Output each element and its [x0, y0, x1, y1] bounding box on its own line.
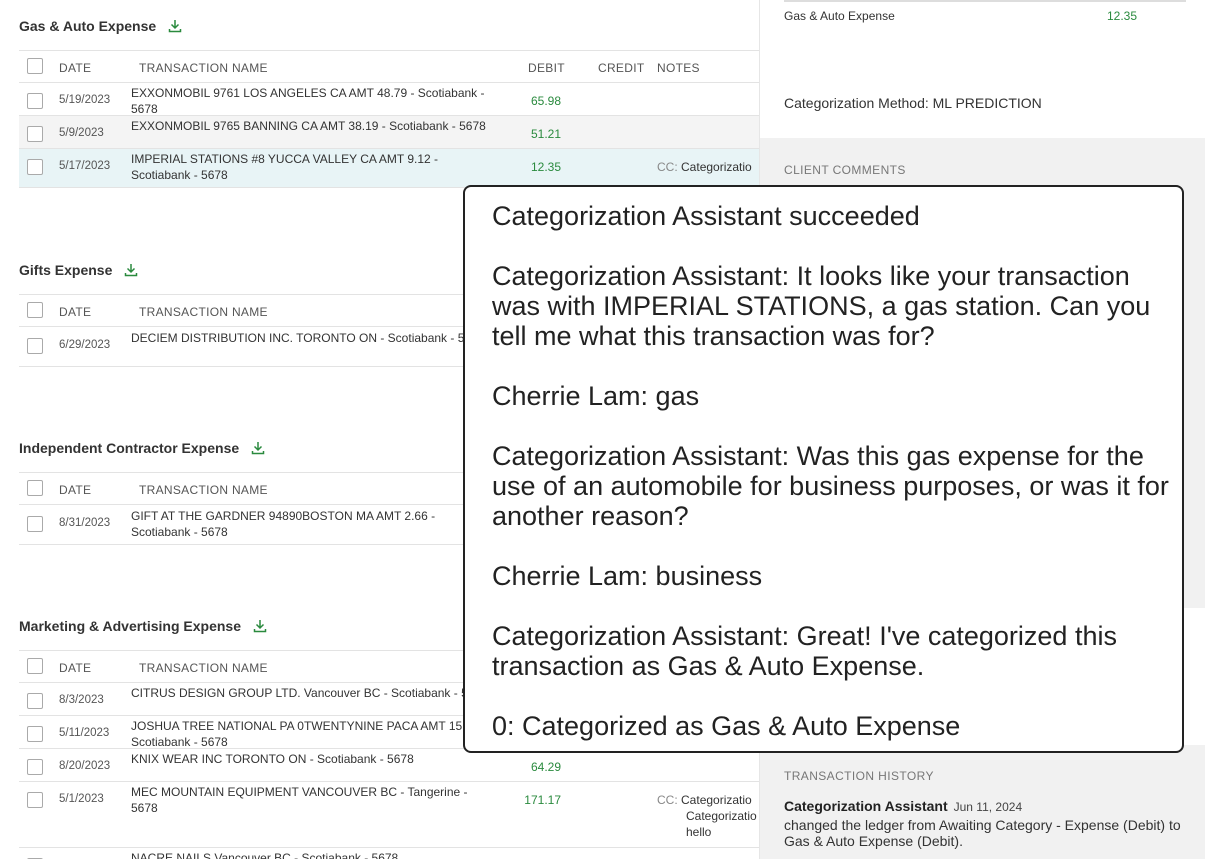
row-date: 8/3/2023	[59, 694, 104, 706]
select-all-checkbox[interactable]	[27, 58, 43, 74]
table-row[interactable]: 5/1/2023 MEC MOUNTAIN EQUIPMENT VANCOUVE…	[19, 782, 759, 848]
download-icon[interactable]	[251, 441, 265, 455]
col-transaction-name[interactable]: TRANSACTION NAME	[139, 305, 268, 319]
row-checkbox[interactable]	[27, 338, 43, 354]
row-debit: 51.21	[530, 127, 561, 141]
popup-message: Cherrie Lam: business	[492, 561, 763, 591]
col-date[interactable]: DATE	[59, 483, 91, 497]
table-row[interactable]: 8/20/2023 KNIX WEAR INC TORONTO ON - Sco…	[19, 749, 759, 782]
col-date[interactable]: DATE	[59, 305, 91, 319]
download-icon[interactable]	[168, 19, 182, 33]
section-title: Gifts Expense	[19, 262, 138, 278]
row-name: MEC MOUNTAIN EQUIPMENT VANCOUVER BC - Ta…	[131, 785, 468, 815]
history-date: Jun 11, 2024	[953, 800, 1023, 814]
table-row[interactable]: 5/9/2023 EXXONMOBIL 9765 BANNING CA AMT …	[19, 116, 759, 149]
col-notes[interactable]: NOTES	[657, 61, 700, 75]
col-transaction-name[interactable]: TRANSACTION NAME	[139, 661, 268, 675]
detail-ledger: Gas & Auto Expense	[784, 9, 895, 23]
row-debit: 64.29	[530, 760, 561, 774]
transaction-history-label: TRANSACTION HISTORY	[784, 769, 934, 783]
select-all-checkbox[interactable]	[27, 302, 43, 318]
categorization-conversation-popup: Categorization Assistant succeeded Categ…	[463, 185, 1184, 753]
row-debit: 12.35	[530, 160, 561, 174]
download-icon[interactable]	[253, 619, 267, 633]
section-title: Gas & Auto Expense	[19, 18, 182, 34]
popup-message: Categorization Assistant: Great! I've ca…	[492, 621, 1117, 681]
row-checkbox[interactable]	[27, 792, 43, 808]
row-date: 8/31/2023	[59, 517, 111, 529]
popup-message: 0: Categorized as Gas & Auto Expense	[492, 711, 961, 741]
row-checkbox[interactable]	[27, 759, 43, 775]
col-date[interactable]: DATE	[59, 661, 91, 675]
row-date: 5/1/2023	[59, 793, 104, 805]
row-notes: CC: Categorizatio Categorizatio hello	[657, 793, 757, 839]
row-name: JOSHUA TREE NATIONAL PA 0TWENTYNINE PACA…	[131, 719, 466, 749]
col-transaction-name[interactable]: TRANSACTION NAME	[139, 483, 268, 497]
table-row[interactable]: 5/19/2023 EXXONMOBIL 9761 LOS ANGELES CA…	[19, 83, 759, 116]
row-checkbox[interactable]	[27, 93, 43, 109]
table-header: DATE TRANSACTION NAME DEBIT CREDIT NOTES	[19, 51, 759, 83]
row-checkbox[interactable]	[27, 516, 43, 532]
row-date: 5/11/2023	[59, 727, 110, 739]
row-name: EXXONMOBIL 9761 LOS ANGELES CA AMT 48.79…	[131, 86, 485, 116]
transactions-page: Gas & Auto Expense DATE TRANSACTION NAME…	[0, 0, 1211, 859]
row-name: DECIEM DISTRIBUTION INC. TORONTO ON - Sc…	[131, 331, 472, 345]
select-all-checkbox[interactable]	[27, 480, 43, 496]
col-debit[interactable]: DEBIT	[528, 61, 565, 75]
row-debit: 65.98	[530, 94, 561, 108]
row-checkbox[interactable]	[27, 726, 43, 742]
client-comments-label: CLIENT COMMENTS	[784, 163, 906, 177]
row-debit: 171.17	[524, 793, 561, 807]
popup-message: Cherrie Lam: gas	[492, 381, 700, 411]
row-name: KNIX WEAR INC TORONTO ON - Scotiabank - …	[131, 752, 414, 766]
row-checkbox[interactable]	[27, 693, 43, 709]
detail-amount: 12.35	[1107, 9, 1138, 23]
col-date[interactable]: DATE	[59, 61, 91, 75]
row-date: 5/19/2023	[59, 94, 111, 106]
popup-message: Categorization Assistant: It looks like …	[492, 261, 1151, 351]
section-title: Independent Contractor Expense	[19, 440, 265, 456]
row-name: NACRE NAILS Vancouver BC - Scotiabank - …	[131, 851, 399, 859]
select-all-checkbox[interactable]	[27, 658, 43, 674]
row-name: IMPERIAL STATIONS #8 YUCCA VALLEY CA AMT…	[131, 152, 439, 182]
row-checkbox[interactable]	[27, 159, 43, 175]
row-name: CITRUS DESIGN GROUP LTD. Vancouver BC - …	[131, 686, 475, 700]
row-name: GIFT AT THE GARDNER 94890BOSTON MA AMT 2…	[131, 509, 436, 539]
categorization-method: Categorization Method: ML PREDICTION	[784, 95, 1042, 111]
detail-divider	[784, 0, 1186, 2]
row-name: EXXONMOBIL 9765 BANNING CA AMT 38.19 - S…	[131, 119, 486, 133]
table-row-selected[interactable]: 5/17/2023 IMPERIAL STATIONS #8 YUCCA VAL…	[19, 149, 759, 188]
history-author: Categorization Assistant Jun 11, 2024	[784, 798, 1023, 814]
row-date: 6/29/2023	[59, 339, 111, 351]
row-notes: CC: Categorizatio	[657, 160, 752, 174]
detail-summary: Gas & Auto Expense 12.35 Categorization …	[760, 0, 1211, 138]
transactions-table: DATE TRANSACTION NAME DEBIT CREDIT NOTES…	[19, 50, 759, 188]
row-date: 5/9/2023	[59, 127, 104, 139]
history-text: changed the ledger from Awaiting Categor…	[784, 817, 1181, 849]
col-credit[interactable]: CREDIT	[598, 61, 644, 75]
row-checkbox[interactable]	[27, 126, 43, 142]
col-transaction-name[interactable]: TRANSACTION NAME	[139, 61, 268, 75]
row-date: 5/17/2023	[59, 160, 111, 172]
row-date: 8/20/2023	[59, 760, 111, 772]
download-icon[interactable]	[124, 263, 138, 277]
popup-message: Categorization Assistant: Was this gas e…	[492, 441, 1169, 531]
section-title: Marketing & Advertising Expense	[19, 618, 267, 634]
popup-message: Categorization Assistant succeeded	[492, 201, 920, 231]
table-row[interactable]: NACRE NAILS Vancouver BC - Scotiabank - …	[19, 848, 759, 859]
